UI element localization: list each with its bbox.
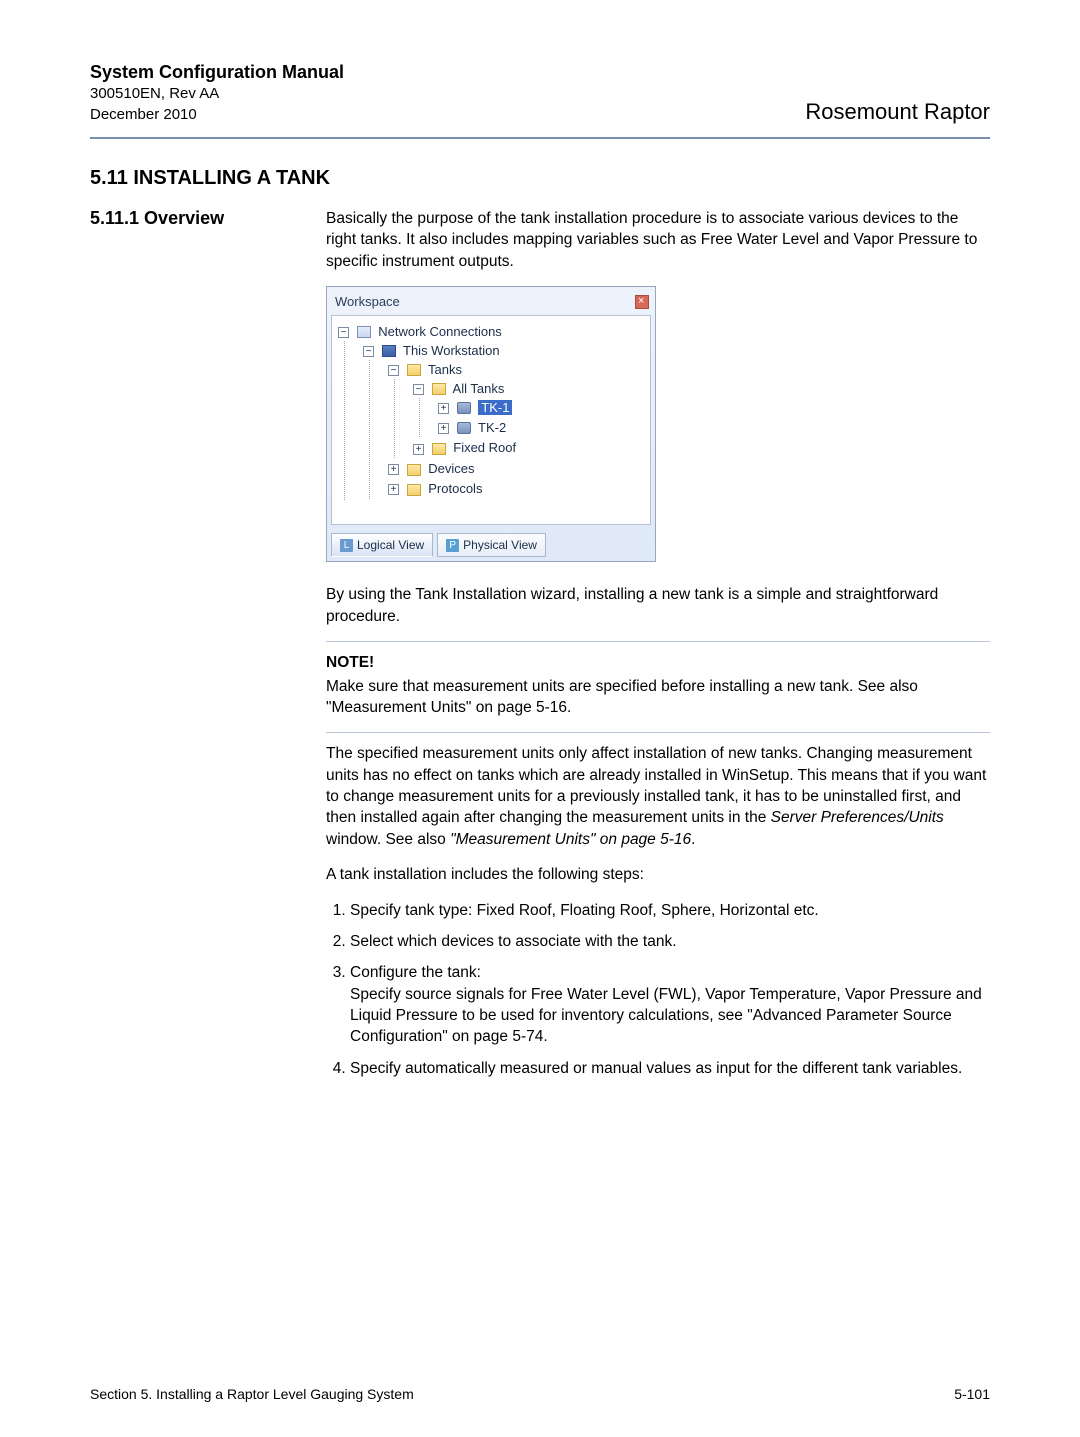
footer-left: Section 5. Installing a Raptor Level Gau… — [90, 1386, 414, 1402]
expand-icon[interactable]: + — [413, 444, 424, 455]
tree-label: Fixed Roof — [453, 440, 516, 455]
folder-icon — [407, 464, 421, 476]
header-left: System Configuration Manual 300510EN, Re… — [90, 60, 344, 125]
note-rule-top — [326, 641, 990, 642]
tree-label: This Workstation — [403, 343, 500, 358]
workspace-title: Workspace — [335, 293, 400, 311]
tree-label: Devices — [428, 461, 474, 476]
folder-icon — [432, 443, 446, 455]
tank-icon — [457, 402, 471, 414]
para-italic: "Measurement Units" on page 5-16 — [450, 831, 691, 848]
list-item: Configure the tank: Specify source signa… — [350, 962, 990, 1048]
logical-badge-icon: L — [340, 539, 353, 552]
folder-icon — [407, 484, 421, 496]
content-column: Basically the purpose of the tank instal… — [326, 208, 990, 1089]
steps-list: Specify tank type: Fixed Roof, Floating … — [326, 900, 990, 1080]
doc-ref: 300510EN, Rev AA — [90, 84, 344, 104]
folder-icon — [407, 364, 421, 376]
para-text: . — [691, 831, 695, 848]
tree-label: TK-2 — [478, 420, 506, 435]
tree-label-selected: TK-1 — [478, 400, 512, 415]
collapse-icon[interactable]: − — [413, 384, 424, 395]
tree-node-tk1[interactable]: + TK-1 — [438, 398, 644, 418]
list-item: Specify tank type: Fixed Roof, Floating … — [350, 900, 990, 921]
tree-node-all-tanks[interactable]: − All Tanks + — [413, 379, 644, 439]
tab-label: Physical View — [463, 537, 537, 554]
tree-node-protocols[interactable]: + Protocols — [388, 479, 644, 499]
tree-label: All Tanks — [453, 381, 505, 396]
tree-node-tk2[interactable]: + TK-2 — [438, 418, 644, 438]
paragraph-units: The specified measurement units only aff… — [326, 743, 990, 850]
doc-title: System Configuration Manual — [90, 60, 344, 84]
steps-intro: A tank installation includes the followi… — [326, 864, 990, 885]
tree-node-workstation[interactable]: − This Workstation − Tanks — [363, 341, 644, 501]
note-rule-bottom — [326, 732, 990, 733]
page-footer: Section 5. Installing a Raptor Level Gau… — [90, 1386, 990, 1402]
collapse-icon[interactable]: − — [363, 346, 374, 357]
folder-icon — [432, 383, 446, 395]
close-icon[interactable] — [635, 295, 649, 309]
workspace-panel: Workspace − Network Connections − — [326, 286, 656, 562]
workstation-icon — [382, 345, 396, 357]
tree-view[interactable]: − Network Connections − This Workstation — [331, 315, 651, 525]
tree-node-network[interactable]: − Network Connections − This Workstation — [338, 322, 644, 501]
doc-date: December 2010 — [90, 105, 344, 125]
physical-badge-icon: P — [446, 539, 459, 552]
note-title: NOTE! — [326, 652, 990, 673]
expand-icon[interactable]: + — [388, 484, 399, 495]
expand-icon[interactable]: + — [388, 464, 399, 475]
footer-right: 5-101 — [954, 1386, 990, 1402]
note-body: Make sure that measurement units are spe… — [326, 676, 990, 719]
subsection-label: 5.11.1 Overview — [90, 208, 298, 1089]
workspace-tabs: L Logical View P Physical View — [331, 533, 651, 558]
list-item: Specify automatically measured or manual… — [350, 1058, 990, 1079]
intro-paragraph: Basically the purpose of the tank instal… — [326, 208, 990, 272]
after-image-paragraph: By using the Tank Installation wizard, i… — [326, 584, 990, 627]
collapse-icon[interactable]: − — [388, 365, 399, 376]
tab-physical-view[interactable]: P Physical View — [437, 533, 546, 558]
collapse-icon[interactable]: − — [338, 327, 349, 338]
para-text: window. See also — [326, 831, 450, 848]
tree-node-fixed-roof[interactable]: + Fixed Roof — [413, 438, 644, 458]
tank-icon — [457, 422, 471, 434]
tree-label: Network Connections — [378, 324, 502, 339]
network-icon — [357, 326, 371, 338]
tree-label: Tanks — [428, 362, 462, 377]
expand-icon[interactable]: + — [438, 423, 449, 434]
para-italic: Server Preferences/Units — [771, 809, 944, 826]
tree-node-tanks[interactable]: − Tanks − All Tanks — [388, 360, 644, 460]
expand-icon[interactable]: + — [438, 403, 449, 414]
tree-label: Protocols — [428, 481, 482, 496]
header-rule — [90, 137, 990, 139]
tree-node-devices[interactable]: + Devices — [388, 459, 644, 479]
tab-logical-view[interactable]: L Logical View — [331, 533, 433, 558]
header-right: Rosemount Raptor — [805, 99, 990, 125]
list-item: Select which devices to associate with t… — [350, 931, 990, 952]
tab-label: Logical View — [357, 537, 424, 554]
page-header: System Configuration Manual 300510EN, Re… — [90, 60, 990, 125]
section-title: 5.11 INSTALLING A TANK — [90, 167, 990, 190]
